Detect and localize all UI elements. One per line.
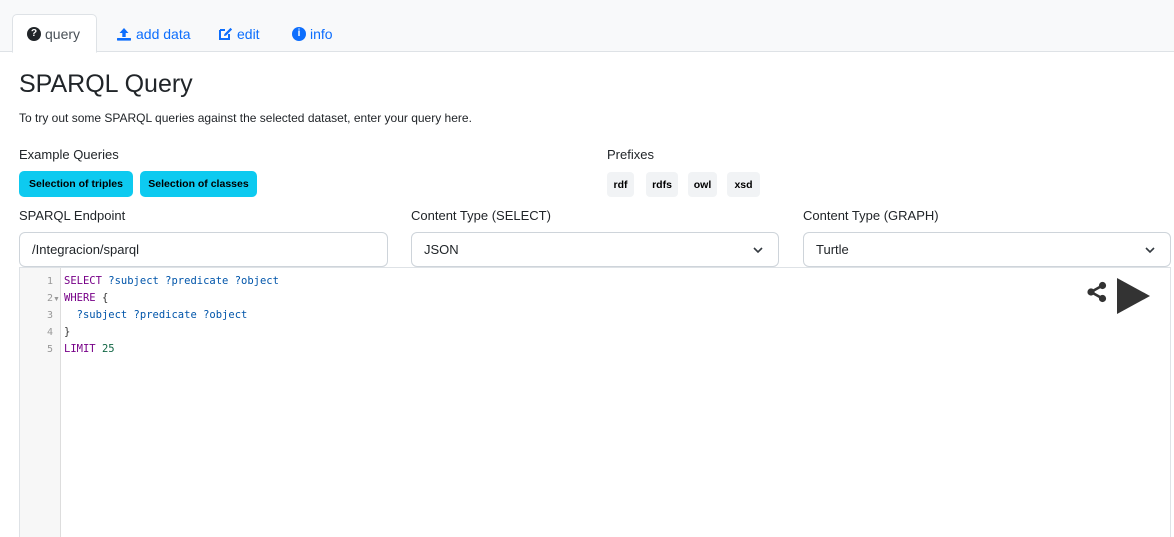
chevron-down-icon: [753, 247, 763, 254]
line-number: 2: [46, 293, 53, 304]
code-keyword: WHERE: [64, 292, 96, 304]
content-graph-dropdown[interactable]: Turtle: [803, 232, 1171, 267]
endpoint-value: /Integracion/sparql: [32, 242, 139, 257]
tab-query[interactable]: ? query: [12, 14, 97, 53]
tab-info[interactable]: i info: [278, 14, 347, 53]
code-line: WHERE {: [64, 292, 108, 304]
prefix-owl[interactable]: owl: [688, 172, 717, 197]
prefixes-label: Prefixes: [607, 147, 654, 162]
example-triples-button[interactable]: Selection of triples: [19, 171, 133, 197]
code-text: 25: [101, 343, 115, 355]
info-circle-icon: i: [292, 26, 306, 41]
tab-query-label: query: [45, 25, 81, 42]
page-description: To try out some SPARQL queries against t…: [19, 111, 472, 125]
content-graph-value: Turtle: [816, 242, 849, 257]
question-circle-icon: ?: [27, 26, 41, 41]
line-number: 4: [46, 327, 53, 338]
code-line: }: [64, 326, 70, 338]
tab-edit-label: edit: [237, 25, 260, 42]
content-select-value: JSON: [424, 242, 459, 257]
prefix-rdfs[interactable]: rdfs: [646, 172, 678, 197]
edit-icon: [218, 27, 233, 41]
tab-add-data-label: add data: [136, 25, 191, 42]
line-number: 1: [46, 276, 53, 287]
run-query-icon[interactable]: [1114, 276, 1152, 316]
code-line: ?subject ?predicate ?object: [64, 309, 248, 321]
content-select-label: Content Type (SELECT): [411, 208, 551, 223]
content-graph-label: Content Type (GRAPH): [803, 208, 939, 223]
endpoint-input[interactable]: /Integracion/sparql: [19, 232, 388, 267]
query-editor[interactable]: 1 2 ▼ 3 4 5 SELECT ?subject ?predicate ?…: [19, 267, 1171, 537]
prefix-rdf[interactable]: rdf: [607, 172, 634, 197]
upload-icon: [116, 27, 132, 41]
page-title: SPARQL Query: [19, 70, 193, 98]
code-line: SELECT ?subject ?predicate ?object: [64, 275, 279, 287]
code-text: ?subject ?predicate ?object: [76, 309, 248, 321]
example-classes-button[interactable]: Selection of classes: [140, 171, 257, 197]
tab-edit[interactable]: edit: [204, 14, 274, 53]
prefix-xsd[interactable]: xsd: [727, 172, 760, 197]
tab-info-label: info: [310, 25, 333, 42]
line-number: 5: [46, 344, 53, 355]
content-select-dropdown[interactable]: JSON: [411, 232, 779, 267]
line-number: 3: [46, 310, 53, 321]
tab-bar: ? query add data edit i info: [0, 0, 1174, 53]
code-keyword: SELECT: [64, 275, 102, 287]
chevron-down-icon: [1145, 247, 1155, 254]
fold-arrow-icon[interactable]: ▼: [53, 296, 60, 303]
code-keyword: LIMIT: [64, 343, 96, 355]
tab-add-data[interactable]: add data: [102, 14, 205, 53]
code-line: LIMIT 25: [64, 343, 115, 355]
code-text: ?subject ?predicate ?object: [108, 275, 279, 287]
example-queries-label: Example Queries: [19, 147, 119, 162]
code-text: }: [64, 326, 71, 338]
share-icon[interactable]: [1085, 280, 1109, 304]
endpoint-label: SPARQL Endpoint: [19, 208, 126, 223]
code-text: {: [101, 292, 109, 304]
editor-gutter: 1 2 ▼ 3 4 5: [20, 268, 61, 537]
